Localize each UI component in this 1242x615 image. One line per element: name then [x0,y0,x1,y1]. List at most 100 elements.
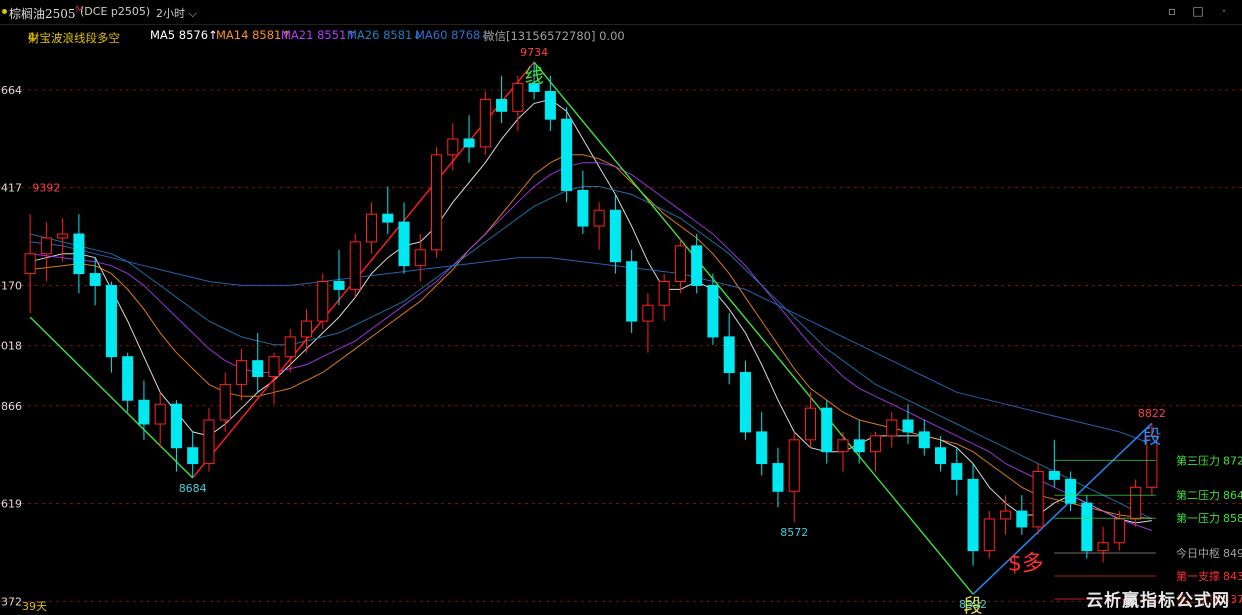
level-value: 8494.0 [1223,547,1242,560]
candle-body [658,280,670,306]
candle-body [138,399,150,425]
candle-body [869,435,882,453]
candle-body [349,241,361,290]
candle-body [804,407,817,441]
candle-body [544,90,556,120]
candle-body [1130,486,1142,520]
ma-line-ma21 [30,162,1153,531]
candle-body [1032,470,1044,528]
segment-mark: 线 [525,65,544,87]
candle-body [479,98,491,148]
candle-body [853,439,865,453]
candle-body [122,356,134,401]
candle-body [512,83,524,112]
y-tick-label: 866 [1,400,22,413]
wave-segment-line [533,61,974,595]
y-tick-label: 619 [1,498,22,511]
level-label: 第二压力 [1176,488,1220,502]
candle-body [447,138,459,156]
candle-body [723,336,735,374]
candle-body [105,284,117,358]
bar-count-label: 39天 [22,600,47,613]
level-label: 第一压力 [1176,511,1220,525]
candle-body [674,245,686,282]
ma-line-ma60 [30,241,1153,446]
candle-body [333,280,345,290]
candle-body [1065,478,1077,504]
candle-body [756,431,768,465]
segment-mark: 段 [964,595,983,615]
candle-body [821,407,833,453]
candle-body [642,304,654,322]
candle-body [170,403,182,449]
level-value: 8728.0 [1223,454,1242,467]
candle-body [967,478,979,552]
candle-body [772,463,784,492]
candle-body [203,419,215,465]
candle-body [24,253,36,275]
candle-body [154,403,166,425]
candle-body [284,336,296,358]
y-tick-label: 170 [1,279,22,292]
extreme-point-label: 8572 [780,526,808,539]
candle-body [40,237,52,255]
candle-body [463,138,475,148]
candle-body [918,431,930,449]
candle-body [739,372,751,433]
y-tick-label: 664 [1,84,22,97]
candle-body [609,209,621,263]
candle-body [1000,510,1012,520]
level-label: 今日中枢 [1176,546,1220,560]
candle-body [561,118,573,191]
candle-body [414,249,426,267]
candle-body [1016,510,1028,528]
candle-body [707,284,719,338]
wave-segment-line [972,422,1153,595]
candle-body [235,360,248,385]
y-tick-label: 372 [1,595,22,608]
candle-body [886,419,898,437]
candle-body [219,383,231,421]
candle-body [934,447,947,465]
extreme-point-label: 8822 [1138,407,1166,420]
candle-body [1097,542,1109,552]
candle-body [300,320,313,338]
candle-body [788,439,800,492]
candle-body [951,463,963,480]
extreme-point-label: 9734 [520,46,548,59]
candle-body [626,261,638,322]
candle-body [73,233,85,275]
extreme-point-label: 8684 [179,482,207,495]
candle-body [1113,518,1125,544]
candle-body [398,221,410,267]
level-value: 8640.0 [1223,489,1242,502]
candle-body [983,518,995,552]
candle-body [577,189,589,227]
long-signal-label: $多 [1008,552,1044,577]
candle-body [382,213,394,223]
candle-body [1048,470,1060,480]
candle-body [431,154,443,251]
level-value: 8436.0 [1223,570,1242,583]
candle-body [593,209,605,227]
segment-mark: 段 [1142,426,1161,448]
candle-body [187,447,199,465]
candle-body [902,419,914,433]
level-label: 第一支撑 [1176,569,1220,583]
watermark: 云析赢指标公式网 [1084,586,1232,611]
ma-line-ma26 [29,186,1153,520]
candlestick-chart[interactable]: 6644171700188666193729392868497348572839… [0,0,1242,615]
level-value: 8582.0 [1223,512,1242,525]
candle-body [317,280,329,322]
candle-body [365,213,378,243]
level-label: 第三压力 [1176,453,1220,467]
candle-body [691,245,703,286]
candle-body [837,439,849,453]
candle-body [268,356,280,377]
candle-body [57,233,69,239]
candle-body [1081,502,1093,552]
candle-body [89,273,101,286]
ma-line-ma14 [30,154,1152,520]
y-tick-label: 417 [1,182,22,195]
extreme-point-label: 9392 [32,182,60,195]
